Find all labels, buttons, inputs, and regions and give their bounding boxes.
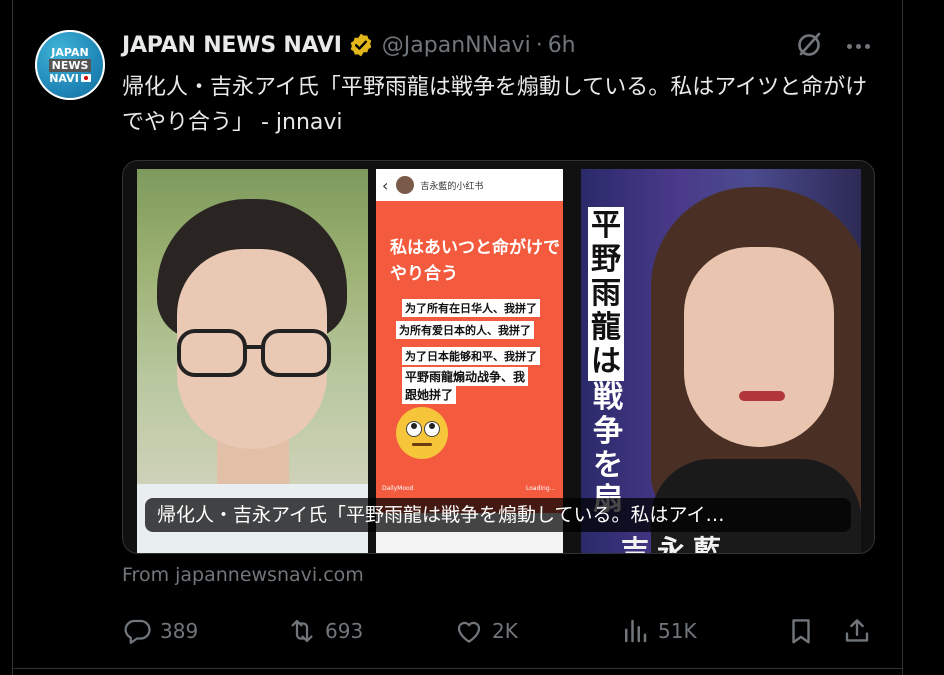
photo-woman-glasses [137,169,368,553]
post-header: JAPAN NEWS NAVI @JapanNNavi · 6h [122,30,576,60]
display-name[interactable]: JAPAN NEWS NAVI [122,33,342,58]
screenshot-avatar [396,176,415,194]
grok-icon[interactable] [795,31,823,59]
poster-bottom-text: 吉永藍 [621,534,730,553]
views-count: 51K [658,619,697,643]
separator-dot: · [535,32,543,58]
reply-icon [124,619,151,644]
timeline-border-right [902,0,903,675]
japan-flag-icon [80,74,91,82]
link-source[interactable]: From japannewsnavi.com [122,564,364,586]
eye-roll-emoji-icon [396,407,448,459]
views-icon [625,619,647,643]
handle[interactable]: @JapanNNavi [382,33,531,58]
like-count: 2K [492,619,518,643]
post-text: 帰化人・吉永アイ氏「平野雨龍は戦争を煽動している。私はアイツと命がけでやり合う」… [122,75,868,135]
avatar[interactable]: JAPAN NEWS NAVI [35,30,105,100]
share-icon [845,619,869,642]
like-icon [457,621,481,643]
repost-icon [291,619,313,643]
verified-badge-icon[interactable] [348,32,374,58]
reply-button[interactable]: 389 [122,615,198,647]
screenshot-title: 私はあいつと命がけでやり合う [390,238,560,284]
share-button[interactable] [842,615,872,647]
screenshot-account: 吉永藍的小红书 [420,181,484,192]
media-caption: 帰化人・吉永アイ氏「平野雨龍は戦争を煽動している。私はアイ… [145,498,851,532]
back-arrow-icon: ‹ [382,175,389,195]
screenshot-line: 为所有爱日本的人、我拼了 [396,321,534,339]
timeline-border-left [12,0,13,675]
repost-button[interactable]: 693 [287,615,363,647]
bookmark-icon [792,619,810,644]
timeline-divider [12,668,903,669]
poster-vertical-boxed-text: 平 野 雨 龍 は [588,207,624,381]
avatar-text-line2: NEWS [48,58,92,72]
media-card[interactable]: ‹ 吉永藍的小红书 私はあいつと命がけでやり合う 为了所有在日华人、我拼了 为所… [122,160,875,554]
screenshot-footer-right: Loading... [526,485,556,492]
repost-count: 693 [325,619,364,643]
social-screenshot: ‹ 吉永藍的小红书 私はあいつと命がけでやり合う 为了所有在日华人、我拼了 为所… [376,169,563,553]
bookmark-button[interactable] [786,615,816,647]
avatar-text-line1: JAPAN [51,45,89,59]
avatar-text-line3: NAVI [49,71,79,85]
action-bar: 389 693 2K 51K [122,615,876,647]
poster-vertical-text: 戦 争 を 扇 [593,380,623,517]
poster-woman-smiling: 平 野 雨 龍 は 戦 争 を 扇 吉永藍 [581,169,861,553]
screenshot-line: 平野雨龍煽动战争、我 [402,367,529,386]
reply-count: 389 [160,619,199,643]
screenshot-footer-left: DailyMood [382,485,414,492]
like-button[interactable]: 2K [454,615,518,647]
more-icon[interactable] [843,33,873,59]
screenshot-line: 为了日本能够和平、我拼了 [402,347,540,365]
views-button[interactable]: 51K [620,615,697,647]
screenshot-line: 为了所有在日华人、我拼了 [402,299,540,317]
timestamp[interactable]: 6h [548,33,576,58]
screenshot-line: 跟她拼了 [402,385,457,404]
